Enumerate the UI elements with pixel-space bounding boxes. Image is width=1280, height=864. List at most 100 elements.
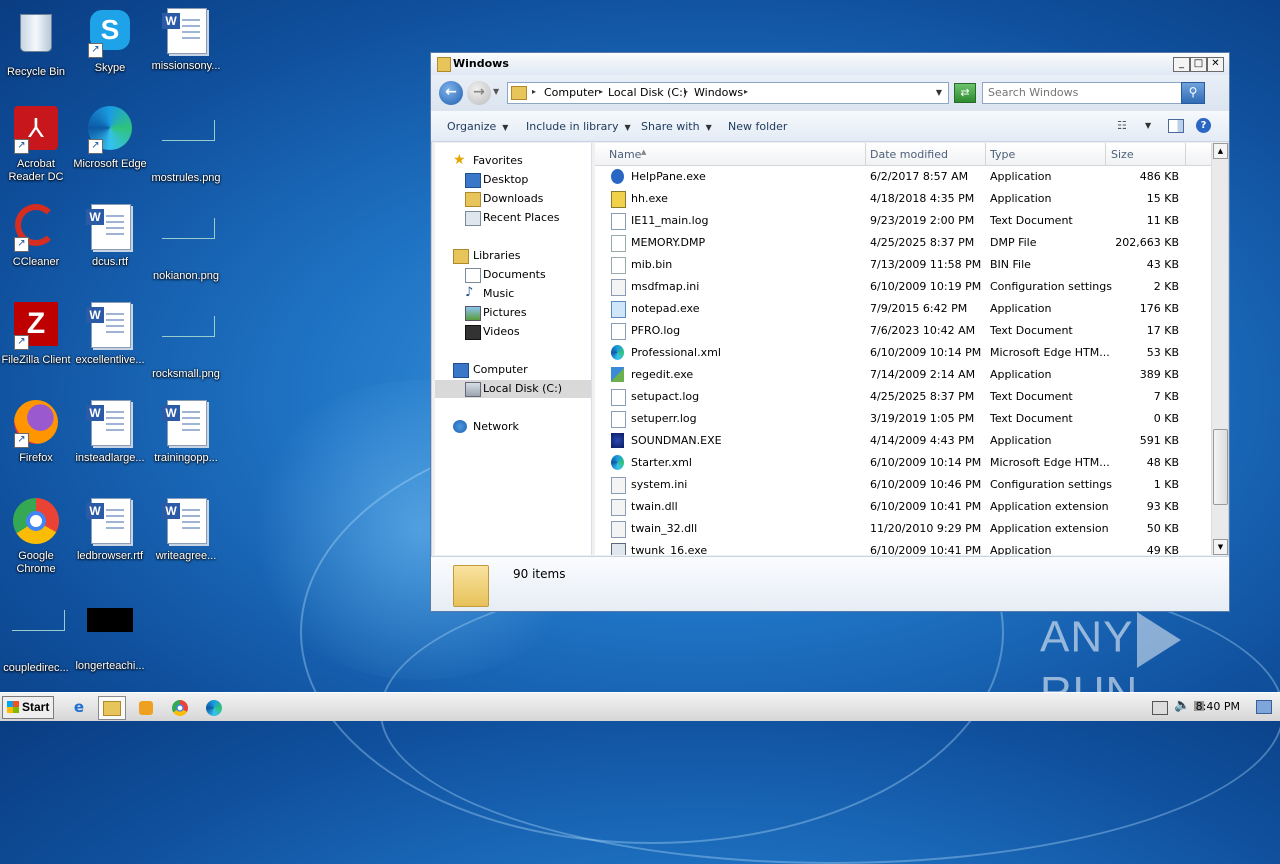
desktop-icon-skype[interactable]: S ↗ Skype: [72, 8, 148, 75]
nav-local-disk[interactable]: Local Disk (C:): [435, 380, 591, 398]
new-folder-button[interactable]: New folder: [728, 120, 787, 133]
vertical-scrollbar[interactable]: ▲ ▼: [1211, 143, 1228, 555]
desktop-icon-insteadlarge[interactable]: W insteadlarge...: [72, 400, 148, 465]
nav-videos[interactable]: Videos: [435, 323, 591, 341]
file-type: Application: [990, 302, 1052, 315]
file-row[interactable]: SOUNDMAN.EXE 4/14/2009 4:43 PM Application…: [595, 430, 1211, 452]
file-row[interactable]: hh.exe 4/18/2018 4:35 PM Application 15 KB: [595, 188, 1211, 210]
breadcrumb-computer[interactable]: Computer: [544, 86, 599, 99]
title-bar[interactable]: Windows _ □ ✕: [431, 53, 1229, 75]
desktop-icon-dcus[interactable]: W dcus.rtf: [72, 204, 148, 269]
scroll-down-button[interactable]: ▼: [1213, 539, 1228, 555]
desktop-icon-chrome[interactable]: Google Chrome: [0, 498, 74, 576]
maximize-button[interactable]: □: [1190, 57, 1207, 72]
close-button[interactable]: ✕: [1207, 57, 1224, 72]
search-icon[interactable]: ⚲: [1181, 82, 1205, 104]
file-row[interactable]: msdfmap.ini 6/10/2009 10:19 PM Configurati…: [595, 276, 1211, 298]
nav-favorites[interactable]: ★ Favorites: [435, 152, 591, 170]
nav-pictures[interactable]: Pictures: [435, 304, 591, 322]
preview-pane-icon[interactable]: [1168, 119, 1184, 133]
start-button[interactable]: Start: [2, 696, 54, 719]
desktop-icon-mostrules[interactable]: mostrules.png: [148, 106, 224, 185]
nav-computer[interactable]: Computer: [435, 361, 591, 379]
desktop-icon-firefox[interactable]: ↗ Firefox: [0, 400, 74, 465]
nav-music[interactable]: ♪ Music: [435, 285, 591, 303]
nav-network[interactable]: Network: [435, 418, 591, 436]
chevron-down-icon: ▼: [705, 123, 712, 132]
scroll-up-button[interactable]: ▲: [1213, 143, 1228, 159]
file-row[interactable]: twain_32.dll 11/20/2010 9:29 PM Applicatio…: [595, 518, 1211, 540]
address-dropdown-icon[interactable]: ▼: [936, 88, 942, 97]
breadcrumb-windows[interactable]: Windows: [694, 86, 743, 99]
file-row[interactable]: mib.bin 7/13/2009 11:58 PM BIN File 43 KB: [595, 254, 1211, 276]
search-input[interactable]: [988, 86, 1188, 99]
refresh-button[interactable]: ⇄: [954, 83, 976, 103]
nav-downloads[interactable]: Downloads: [435, 190, 591, 208]
minimize-button[interactable]: _: [1173, 57, 1190, 72]
network-tray-icon[interactable]: [1152, 701, 1168, 715]
column-header-name[interactable]: Name: [609, 148, 641, 161]
show-desktop-button[interactable]: [1256, 700, 1272, 714]
file-row[interactable]: Starter.xml 6/10/2009 10:14 PM Microsoft E…: [595, 452, 1211, 474]
column-header-type[interactable]: Type: [990, 148, 1015, 161]
file-row[interactable]: regedit.exe 7/14/2009 2:14 AM Application 3…: [595, 364, 1211, 386]
file-size: 1 KB: [1153, 478, 1179, 491]
column-header-size[interactable]: Size: [1111, 148, 1134, 161]
file-row[interactable]: MEMORY.DMP 4/25/2025 8:37 PM DMP File 202,6…: [595, 232, 1211, 254]
help-icon[interactable]: ?: [1196, 118, 1211, 133]
volume-icon[interactable]: 🔈: [1174, 698, 1190, 713]
desktop-icon-excellentlive[interactable]: W excellentlive...: [72, 302, 148, 367]
nav-libraries[interactable]: Libraries: [435, 247, 591, 265]
search-box[interactable]: ⚲: [982, 82, 1205, 104]
view-options-icon[interactable]: ☷: [1117, 119, 1127, 132]
desktop-icon-writeagree[interactable]: W writeagree...: [148, 498, 224, 563]
taskbar-ie-icon[interactable]: e: [66, 696, 92, 718]
file-row[interactable]: twain.dll 6/10/2009 10:41 PM Application e…: [595, 496, 1211, 518]
desktop-icon-filezilla[interactable]: Z ↗ FileZilla Client: [0, 302, 74, 367]
file-row[interactable]: system.ini 6/10/2009 10:46 PM Configuratio…: [595, 474, 1211, 496]
file-date: 7/14/2009 2:14 AM: [870, 368, 976, 381]
desktop-icon-longerteachi[interactable]: longerteachi...: [72, 596, 148, 673]
file-row[interactable]: setupact.log 4/25/2025 8:37 PM Text Docume…: [595, 386, 1211, 408]
clock[interactable]: 8:40 PM: [1196, 700, 1240, 713]
recent-pages-dropdown[interactable]: ▼: [493, 87, 499, 96]
desktop-icon-acrobat[interactable]: ⅄ ↗ Acrobat Reader DC: [0, 106, 74, 184]
file-row[interactable]: IE11_main.log 9/23/2019 2:00 PM Text Docum…: [595, 210, 1211, 232]
forward-button[interactable]: →: [467, 81, 491, 105]
file-row[interactable]: notepad.exe 7/9/2015 6:42 PM Application 17…: [595, 298, 1211, 320]
taskbar-chrome-icon[interactable]: [167, 696, 193, 718]
breadcrumb-local-disk[interactable]: Local Disk (C:): [608, 86, 687, 99]
view-dropdown-icon[interactable]: ▼: [1145, 121, 1151, 130]
taskbar-explorer-icon[interactable]: [98, 696, 126, 720]
file-name: MEMORY.DMP: [631, 236, 706, 249]
desktop-icon-rocksmall[interactable]: rocksmall.png: [148, 302, 224, 381]
desktop-icon-trainingopp[interactable]: W trainingopp...: [148, 400, 224, 465]
desktop-icon-missionsony[interactable]: W missionsony...: [148, 8, 224, 73]
organize-button[interactable]: Organize ▼: [447, 120, 508, 133]
file-row[interactable]: HelpPane.exe 6/2/2017 8:57 AM Application 4…: [595, 166, 1211, 188]
desktop-icon-edge[interactable]: ↗ Microsoft Edge: [72, 106, 148, 171]
desktop-icon-recycle-bin[interactable]: Recycle Bin: [0, 8, 74, 79]
desktop-icon-coupledirec[interactable]: coupledirec...: [0, 596, 74, 675]
file-name: Professional.xml: [631, 346, 721, 359]
address-box[interactable]: ▸ Computer ▸ Local Disk (C:) ▸ Windows ▸…: [507, 82, 949, 104]
file-row[interactable]: Professional.xml 6/10/2009 10:14 PM Micros…: [595, 342, 1211, 364]
taskbar-media-player-icon[interactable]: [133, 696, 159, 718]
details-pane: 90 items: [431, 556, 1229, 611]
nav-documents[interactable]: Documents: [435, 266, 591, 284]
taskbar-edge-icon[interactable]: [201, 696, 227, 718]
file-row[interactable]: PFRO.log 7/6/2023 10:42 AM Text Document 17…: [595, 320, 1211, 342]
share-with-button[interactable]: Share with ▼: [641, 120, 712, 133]
column-header-date[interactable]: Date modified: [870, 148, 948, 161]
nav-desktop[interactable]: Desktop: [435, 171, 591, 189]
desktop-icon-ledbrowser[interactable]: W ledbrowser.rtf: [72, 498, 148, 563]
desktop-icon-nokianon[interactable]: nokianon.png: [148, 204, 224, 283]
nav-recent-places[interactable]: Recent Places: [435, 209, 591, 227]
file-row[interactable]: twunk_16.exe 6/10/2009 10:41 PM Applicatio…: [595, 540, 1211, 555]
desktop-icon-ccleaner[interactable]: ↗ CCleaner: [0, 204, 74, 269]
dll-icon: [611, 499, 626, 516]
include-in-library-button[interactable]: Include in library ▼: [526, 120, 631, 133]
back-button[interactable]: ←: [439, 81, 463, 105]
scroll-thumb[interactable]: [1213, 429, 1228, 505]
file-row[interactable]: setuperr.log 3/19/2019 1:05 PM Text Docume…: [595, 408, 1211, 430]
